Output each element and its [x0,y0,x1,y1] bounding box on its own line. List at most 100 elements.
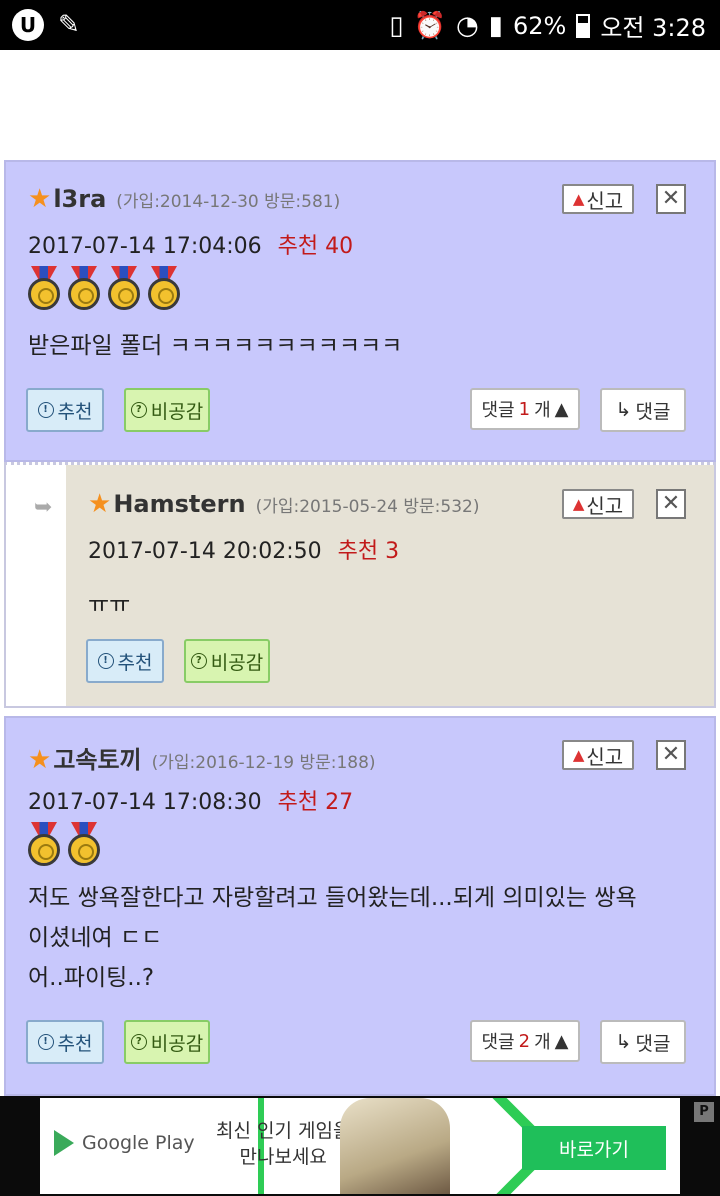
reply-item: ➥ ★ Hamstern (가입:2015-05-24 방문:532) ▲ 신고… [4,462,716,708]
close-icon[interactable]: ✕ [656,489,686,519]
medal-row [26,822,102,866]
report-label: 신고 [586,493,624,518]
reply-label: 댓글 [635,400,671,423]
wifi-icon: ◔ [455,10,479,41]
report-button[interactable]: ▲ 신고 [562,489,634,519]
comment-datetime: 2017-07-14 20:02:50 추천 3 [88,533,399,565]
comment-item: ★ 고속토끼 (가입:2016-12-19 방문:188) ▲ 신고 ✕ 201… [4,716,716,1096]
ad-content[interactable]: Google Play 최신 인기 게임을 만나보세요 바로가기 [40,1098,680,1194]
ad-banner[interactable]: Google Play 최신 인기 게임을 만나보세요 바로가기 P [0,1096,720,1196]
medal-icon [66,822,102,866]
reply-body-box: ★ Hamstern (가입:2015-05-24 방문:532) ▲ 신고 ✕… [66,465,714,706]
dislike-label: 비공감 [150,1032,204,1055]
timestamp: 2017-07-14 17:08:30 [28,790,262,815]
reply-indent-icon: ➥ [34,495,53,520]
reply-count-number: 1 [518,398,531,420]
comment-datetime: 2017-07-14 17:04:06 추천 40 [28,228,353,260]
status-bar: U ✎ ▯ ⏰ ◔ ▮ 62% 오전 3:28 [0,0,720,50]
comment-line: 저도 쌍욕잘한다고 자랑할려고 들어왔는데...되게 의미있는 쌍욕 [28,885,637,911]
report-button[interactable]: ▲ 신고 [562,740,634,770]
medal-icon [146,266,182,310]
comment-body: 저도 쌍욕잘한다고 자랑할려고 들어왔는데...되게 의미있는 쌍욕 이셨네여 … [28,878,637,998]
ad-text-line: 최신 인기 게임을 [216,1120,351,1142]
like-label: 추천 [57,1032,93,1055]
recommend-count: 추천 3 [337,539,400,564]
reply-count-toggle[interactable]: 댓글 1 개 ▲ [470,388,580,430]
question-icon: ? [190,653,207,669]
comment-body: ㅠㅠ [88,585,130,625]
close-icon[interactable]: ✕ [656,184,686,214]
thumb-icon: ! [97,653,114,669]
u-plus-icon: U [12,9,44,41]
thumb-icon: ! [37,402,54,418]
clock: 오전 3:28 [600,14,706,42]
ad-cta-button[interactable]: 바로가기 [522,1126,666,1170]
question-icon: ? [130,1034,147,1050]
medal-icon [26,266,62,310]
siren-icon: ▲ [572,746,585,764]
comment-line: ㅠㅠ [88,592,131,618]
author-meta: (가입:2015-05-24 방문:532) [255,497,480,517]
timestamp: 2017-07-14 20:02:50 [88,539,322,564]
chevron-up-icon: ▲ [554,398,569,420]
like-label: 추천 [117,651,153,674]
recommend-count: 추천 27 [277,790,354,815]
close-icon[interactable]: ✕ [656,740,686,770]
timestamp: 2017-07-14 17:04:06 [28,234,262,259]
comment-header: ★ l3ra (가입:2014-12-30 방문:581) [28,184,340,214]
feather-icon: ✎ [58,10,80,40]
ad-text: 최신 인기 게임을 만나보세요 [216,1118,350,1170]
medal-icon [66,266,102,310]
game-character-image [340,1098,450,1194]
like-label: 추천 [57,400,93,423]
report-label: 신고 [586,188,624,213]
reply-label: 댓글 [635,1032,671,1055]
medal-icon [26,822,62,866]
recommend-count: 추천 40 [277,234,354,259]
chevron-up-icon: ▲ [554,1030,569,1052]
store-name: Google Play [82,1132,195,1154]
comment-header: ★ 고속토끼 (가입:2016-12-19 방문:188) [28,740,376,775]
dislike-button[interactable]: ? 비공감 [124,388,210,432]
author-name[interactable]: l3ra [53,185,106,213]
like-button[interactable]: ! 추천 [26,388,104,432]
signal-icon: ▮ [488,10,503,41]
comment-line: 받은파일 폴더 ㅋㅋㅋㅋㅋㅋㅋㅋㅋㅋㅋ [28,333,403,359]
star-icon: ★ [28,184,52,214]
author-name[interactable]: Hamstern [113,490,245,518]
like-button[interactable]: ! 추천 [86,639,164,683]
reply-button[interactable]: ↳ 댓글 [600,1020,686,1064]
report-button[interactable]: ▲ 신고 [562,184,634,214]
reply-count-suffix: 개 [534,1032,551,1053]
dislike-label: 비공감 [210,651,264,674]
ad-info-icon[interactable]: P [694,1102,714,1122]
reply-count-toggle[interactable]: 댓글 2 개 ▲ [470,1020,580,1062]
report-label: 신고 [586,744,624,769]
comment-line: 어..파이팅..? [28,965,155,991]
battery-percent: 62% [512,11,567,40]
play-icon [54,1130,74,1156]
reply-count-label: 댓글 [481,1032,515,1053]
question-icon: ? [130,402,147,418]
siren-icon: ▲ [572,190,585,208]
dislike-button[interactable]: ? 비공감 [124,1020,210,1064]
author-name[interactable]: 고속토끼 [53,740,141,775]
thumb-icon: ! [37,1034,54,1050]
comment-header: ★ Hamstern (가입:2015-05-24 방문:532) [88,489,480,519]
reply-count-number: 2 [518,1030,531,1052]
reply-count-suffix: 개 [534,400,551,421]
star-icon: ★ [88,489,112,519]
author-meta: (가입:2014-12-30 방문:581) [116,192,341,212]
like-button[interactable]: ! 추천 [26,1020,104,1064]
dislike-button[interactable]: ? 비공감 [184,639,270,683]
reply-arrow-icon: ↳ [615,399,632,421]
comment-item: ★ l3ra (가입:2014-12-30 방문:581) ▲ 신고 ✕ 201… [4,160,716,462]
author-meta: (가입:2016-12-19 방문:188) [151,753,376,773]
reply-arrow-icon: ↳ [615,1031,632,1053]
vibrate-icon: ▯ [389,10,404,41]
star-icon: ★ [28,745,52,775]
reply-count-label: 댓글 [481,400,515,421]
siren-icon: ▲ [572,495,585,513]
comment-datetime: 2017-07-14 17:08:30 추천 27 [28,784,353,816]
reply-button[interactable]: ↳ 댓글 [600,388,686,432]
